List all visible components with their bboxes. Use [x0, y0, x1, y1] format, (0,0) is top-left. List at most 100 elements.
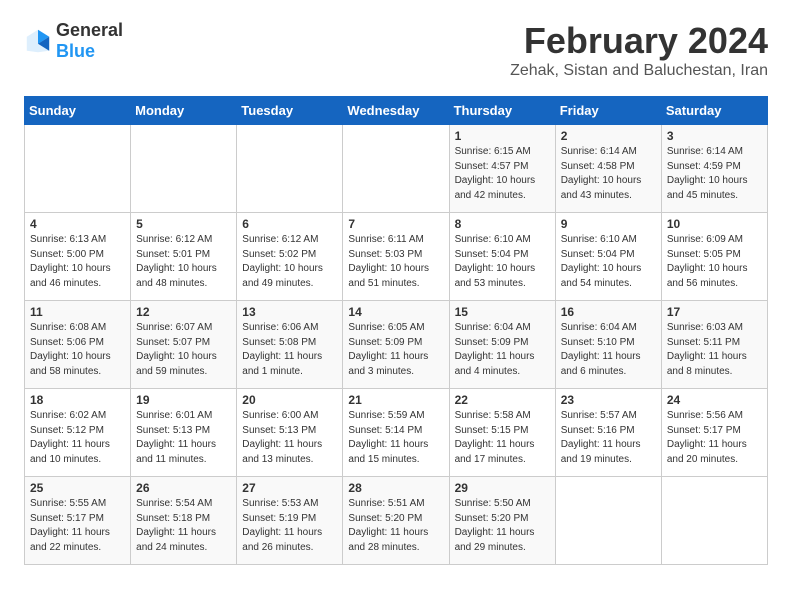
calendar-cell	[25, 125, 131, 213]
day-number: 7	[348, 217, 443, 231]
calendar-cell: 10 Sunrise: 6:09 AM Sunset: 5:05 PM Dayli…	[661, 213, 767, 301]
weekday-header-thursday: Thursday	[449, 97, 555, 125]
cell-content: Sunrise: 6:12 AM Sunset: 5:02 PM Dayligh…	[242, 233, 337, 291]
day-number: 8	[455, 217, 550, 231]
cell-content: Sunrise: 6:02 AM Sunset: 5:12 PM Dayligh…	[30, 409, 125, 467]
calendar-cell: 6 Sunrise: 6:12 AM Sunset: 5:02 PM Daylig…	[237, 213, 343, 301]
cell-content: Sunrise: 5:59 AM Sunset: 5:14 PM Dayligh…	[348, 409, 443, 467]
cell-content: Sunrise: 5:58 AM Sunset: 5:15 PM Dayligh…	[455, 409, 550, 467]
calendar-cell: 12 Sunrise: 6:07 AM Sunset: 5:07 PM Dayli…	[131, 301, 237, 389]
calendar-row-3: 18 Sunrise: 6:02 AM Sunset: 5:12 PM Dayli…	[25, 389, 768, 477]
weekday-header-tuesday: Tuesday	[237, 97, 343, 125]
day-number: 26	[136, 481, 231, 495]
weekday-header-monday: Monday	[131, 97, 237, 125]
cell-content: Sunrise: 5:50 AM Sunset: 5:20 PM Dayligh…	[455, 497, 550, 555]
day-number: 25	[30, 481, 125, 495]
day-number: 10	[667, 217, 762, 231]
calendar-cell	[555, 477, 661, 565]
logo-icon	[24, 27, 52, 55]
calendar-cell: 11 Sunrise: 6:08 AM Sunset: 5:06 PM Dayli…	[25, 301, 131, 389]
day-number: 17	[667, 305, 762, 319]
calendar-cell: 9Sunrise: 6:10 AM Sunset: 5:04 PM Daylig…	[555, 213, 661, 301]
calendar-cell: 14 Sunrise: 6:05 AM Sunset: 5:09 PM Dayli…	[343, 301, 449, 389]
day-number: 14	[348, 305, 443, 319]
calendar-cell: 19Sunrise: 6:01 AM Sunset: 5:13 PM Dayli…	[131, 389, 237, 477]
day-number: 6	[242, 217, 337, 231]
day-number: 4	[30, 217, 125, 231]
day-number: 13	[242, 305, 337, 319]
calendar-cell: 21Sunrise: 5:59 AM Sunset: 5:14 PM Dayli…	[343, 389, 449, 477]
cell-content: Sunrise: 5:55 AM Sunset: 5:17 PM Dayligh…	[30, 497, 125, 555]
weekday-header-saturday: Saturday	[661, 97, 767, 125]
calendar-cell	[661, 477, 767, 565]
cell-content: Sunrise: 6:09 AM Sunset: 5:05 PM Dayligh…	[667, 233, 762, 291]
header: General Blue February 2024 Zehak, Sistan…	[24, 20, 768, 80]
calendar-cell	[237, 125, 343, 213]
location-subtitle: Zehak, Sistan and Baluchestan, Iran	[510, 62, 768, 80]
calendar-table: SundayMondayTuesdayWednesdayThursdayFrid…	[24, 96, 768, 565]
calendar-cell	[131, 125, 237, 213]
weekday-header-friday: Friday	[555, 97, 661, 125]
calendar-cell: 17 Sunrise: 6:03 AM Sunset: 5:11 PM Dayli…	[661, 301, 767, 389]
calendar-cell: 3Sunrise: 6:14 AM Sunset: 4:59 PM Daylig…	[661, 125, 767, 213]
calendar-cell: 13Sunrise: 6:06 AM Sunset: 5:08 PM Dayli…	[237, 301, 343, 389]
calendar-row-1: 4 Sunrise: 6:13 AM Sunset: 5:00 PM Daylig…	[25, 213, 768, 301]
title-section: February 2024 Zehak, Sistan and Baluches…	[510, 20, 768, 80]
calendar-cell: 26 Sunrise: 5:54 AM Sunset: 5:18 PM Dayli…	[131, 477, 237, 565]
calendar-cell: 4 Sunrise: 6:13 AM Sunset: 5:00 PM Daylig…	[25, 213, 131, 301]
day-number: 19	[136, 393, 231, 407]
calendar-cell: 23 Sunrise: 5:57 AM Sunset: 5:16 PM Dayli…	[555, 389, 661, 477]
cell-content: Sunrise: 6:10 AM Sunset: 5:04 PM Dayligh…	[455, 233, 550, 291]
day-number: 5	[136, 217, 231, 231]
day-number: 23	[561, 393, 656, 407]
day-number: 29	[455, 481, 550, 495]
cell-content: Sunrise: 5:56 AM Sunset: 5:17 PM Dayligh…	[667, 409, 762, 467]
day-number: 28	[348, 481, 443, 495]
calendar-cell: 7Sunrise: 6:11 AM Sunset: 5:03 PM Daylig…	[343, 213, 449, 301]
month-year-title: February 2024	[510, 20, 768, 62]
calendar-cell: 29 Sunrise: 5:50 AM Sunset: 5:20 PM Dayli…	[449, 477, 555, 565]
calendar-cell: 20 Sunrise: 6:00 AM Sunset: 5:13 PM Dayli…	[237, 389, 343, 477]
day-number: 24	[667, 393, 762, 407]
day-number: 15	[455, 305, 550, 319]
cell-content: Sunrise: 6:00 AM Sunset: 5:13 PM Dayligh…	[242, 409, 337, 467]
calendar-cell: 24 Sunrise: 5:56 AM Sunset: 5:17 PM Dayli…	[661, 389, 767, 477]
cell-content: Sunrise: 5:51 AM Sunset: 5:20 PM Dayligh…	[348, 497, 443, 555]
cell-content: Sunrise: 5:54 AM Sunset: 5:18 PM Dayligh…	[136, 497, 231, 555]
cell-content: Sunrise: 6:05 AM Sunset: 5:09 PM Dayligh…	[348, 321, 443, 379]
cell-content: Sunrise: 5:53 AM Sunset: 5:19 PM Dayligh…	[242, 497, 337, 555]
calendar-cell: 2Sunrise: 6:14 AM Sunset: 4:58 PM Daylig…	[555, 125, 661, 213]
calendar-cell: 25 Sunrise: 5:55 AM Sunset: 5:17 PM Dayli…	[25, 477, 131, 565]
calendar-cell: 18 Sunrise: 6:02 AM Sunset: 5:12 PM Dayli…	[25, 389, 131, 477]
logo-general: General	[56, 20, 123, 40]
day-number: 12	[136, 305, 231, 319]
day-number: 18	[30, 393, 125, 407]
cell-content: Sunrise: 6:04 AM Sunset: 5:10 PM Dayligh…	[561, 321, 656, 379]
cell-content: Sunrise: 6:04 AM Sunset: 5:09 PM Dayligh…	[455, 321, 550, 379]
calendar-cell: 8 Sunrise: 6:10 AM Sunset: 5:04 PM Daylig…	[449, 213, 555, 301]
calendar-cell: 28 Sunrise: 5:51 AM Sunset: 5:20 PM Dayli…	[343, 477, 449, 565]
cell-content: Sunrise: 6:07 AM Sunset: 5:07 PM Dayligh…	[136, 321, 231, 379]
cell-content: Sunrise: 6:08 AM Sunset: 5:06 PM Dayligh…	[30, 321, 125, 379]
logo: General Blue	[24, 20, 123, 62]
calendar-row-0: 1 Sunrise: 6:15 AM Sunset: 4:57 PM Daylig…	[25, 125, 768, 213]
day-number: 22	[455, 393, 550, 407]
calendar-cell: 5Sunrise: 6:12 AM Sunset: 5:01 PM Daylig…	[131, 213, 237, 301]
cell-content: Sunrise: 6:14 AM Sunset: 4:59 PM Dayligh…	[667, 145, 762, 203]
cell-content: Sunrise: 6:13 AM Sunset: 5:00 PM Dayligh…	[30, 233, 125, 291]
weekday-header-row: SundayMondayTuesdayWednesdayThursdayFrid…	[25, 97, 768, 125]
day-number: 11	[30, 305, 125, 319]
cell-content: Sunrise: 6:03 AM Sunset: 5:11 PM Dayligh…	[667, 321, 762, 379]
day-number: 27	[242, 481, 337, 495]
day-number: 20	[242, 393, 337, 407]
logo-blue: Blue	[56, 41, 95, 61]
weekday-header-sunday: Sunday	[25, 97, 131, 125]
cell-content: Sunrise: 5:57 AM Sunset: 5:16 PM Dayligh…	[561, 409, 656, 467]
calendar-row-4: 25 Sunrise: 5:55 AM Sunset: 5:17 PM Dayli…	[25, 477, 768, 565]
calendar-cell: 1 Sunrise: 6:15 AM Sunset: 4:57 PM Daylig…	[449, 125, 555, 213]
weekday-header-wednesday: Wednesday	[343, 97, 449, 125]
calendar-cell: 27 Sunrise: 5:53 AM Sunset: 5:19 PM Dayli…	[237, 477, 343, 565]
calendar-cell: 22 Sunrise: 5:58 AM Sunset: 5:15 PM Dayli…	[449, 389, 555, 477]
day-number: 1	[455, 129, 550, 143]
cell-content: Sunrise: 6:15 AM Sunset: 4:57 PM Dayligh…	[455, 145, 550, 203]
